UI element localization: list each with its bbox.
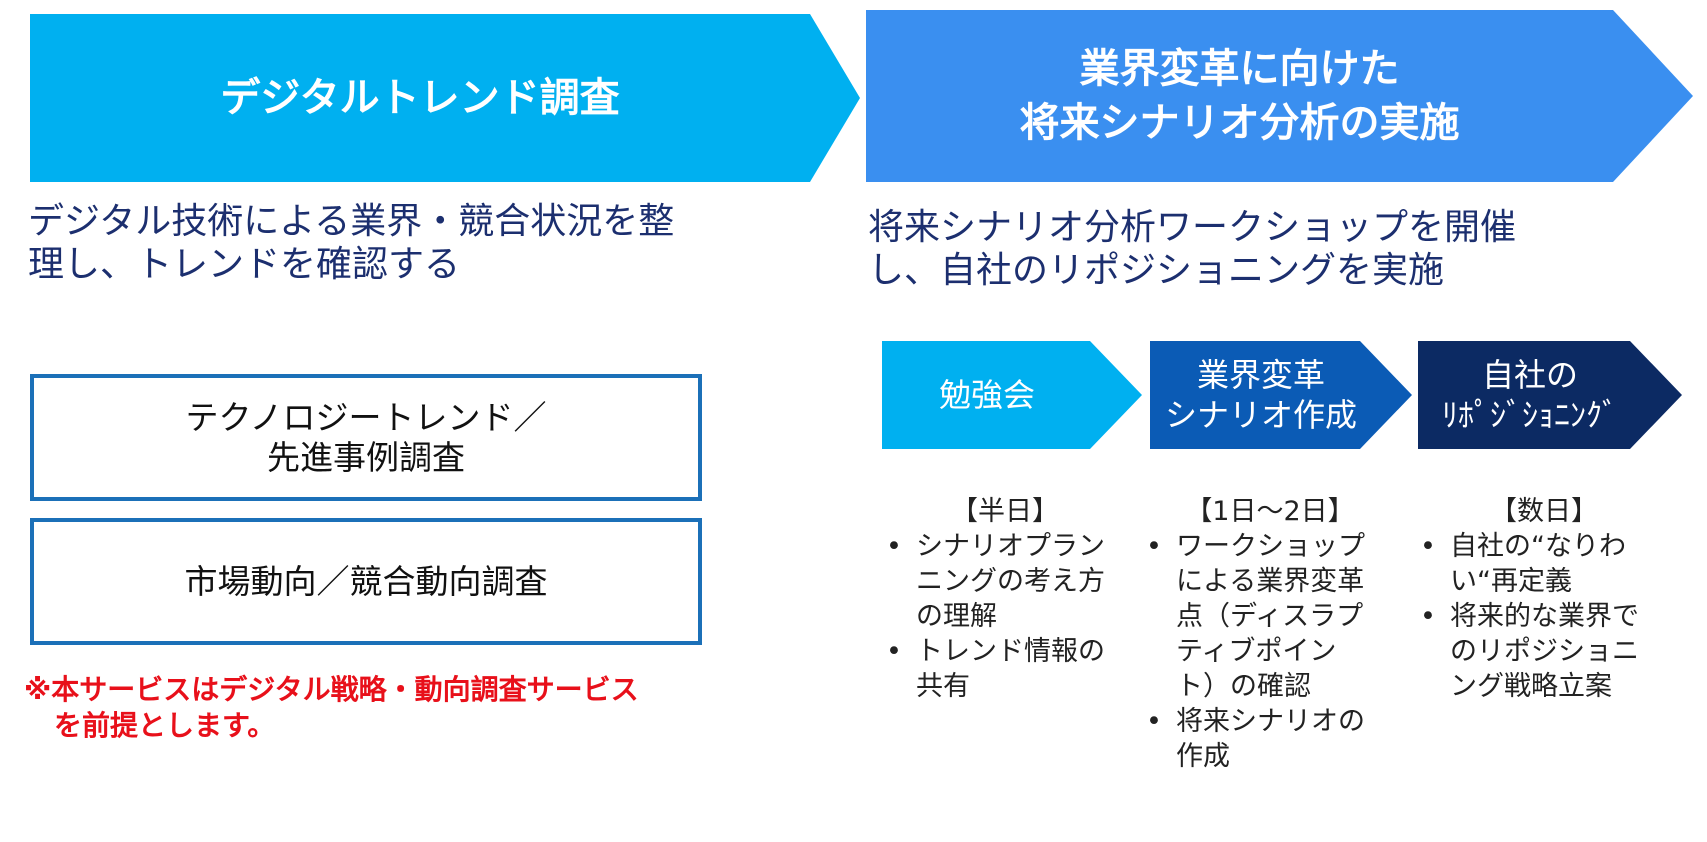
note-line-2: を前提とします。: [54, 709, 276, 742]
stage-label: 勉強会: [939, 375, 1035, 415]
market-competitor-box: 市場動向／競合動向調査: [30, 518, 702, 645]
stage-study-session-details: 【半日】 • シナリオプラン ニングの考え方 の理解 • トレンド情報の 共有: [880, 494, 1130, 704]
bullet-line: のリポジショニ: [1450, 636, 1639, 667]
stage-label-line: 自社の: [1481, 356, 1578, 394]
stage-bullet-item: • 将来シナリオの 作成: [1140, 704, 1400, 774]
bullet-line: ニングの考え方: [916, 566, 1105, 597]
bullet-mark: •: [1146, 531, 1162, 562]
bullet-line: ワークショップ: [1176, 531, 1365, 562]
stage-label-line: シナリオ作成: [1164, 396, 1357, 434]
description-line: 理し、トレンドを確認する: [28, 244, 461, 285]
box-label-line: 先進事例調査: [267, 437, 465, 477]
service-prerequisite-note: ※本サービスはデジタル戦略・動向調査サービス を前提とします。: [24, 672, 639, 744]
stage-label-line: 勉強会: [938, 376, 1035, 414]
stage-bullet-list: • シナリオプラン ニングの考え方 の理解 • トレンド情報の 共有: [880, 529, 1130, 704]
stage-bullet-item: • トレンド情報の 共有: [880, 634, 1130, 704]
bullet-mark: •: [1420, 601, 1436, 632]
scenario-arrow-title-line-2: 将来シナリオ分析の実施: [1019, 100, 1460, 146]
bullet-line: トレンド情報の: [916, 636, 1105, 667]
stage-bullet-item: • 自社の“なりわ い“再定義: [1414, 529, 1674, 599]
stage-bullet-item: • 将来的な業界で のリポジショニ ング戦略立案: [1414, 599, 1674, 704]
bullet-line: ティブポイン: [1176, 636, 1337, 667]
bullet-line: ト）の確認: [1176, 671, 1311, 702]
scenario-analysis-arrow: 業界変革に向けた 将来シナリオ分析の実施: [866, 10, 1693, 182]
bullet-line: ング戦略立案: [1450, 671, 1612, 702]
bullet-line: 点（ディスラプ: [1176, 601, 1364, 632]
stage-duration: 【半日】: [951, 496, 1059, 527]
bullet-line: の理解: [916, 601, 997, 632]
digital-trend-description: デジタル技術による業界・競合状況を整 理し、トレンドを確認する: [28, 200, 788, 286]
technology-trend-box: テクノロジートレンド／ 先進事例調査: [30, 374, 702, 501]
box-label-line: テクノロジートレンド／: [185, 397, 547, 437]
bullet-line: シナリオプラン: [916, 531, 1105, 562]
bullet-line: による業界変革: [1176, 566, 1365, 597]
bullet-line: 自社の“なりわ: [1450, 531, 1626, 562]
bullet-mark: •: [1146, 706, 1162, 737]
stage-bullet-item: • ワークショップ による業界変革 点（ディスラプ ティブポイン ト）の確認: [1140, 529, 1400, 704]
description-line: デジタル技術による業界・競合状況を整: [28, 201, 675, 242]
stage-repositioning: 自社の ﾘﾎﾟｼﾞｼｮﾆﾝｸﾞ: [1418, 341, 1682, 449]
stage-scenario-creation: 業界変革 シナリオ作成: [1150, 341, 1412, 449]
description-line: し、自社のリポジショニングを実施: [868, 250, 1445, 291]
stage-scenario-creation-details: 【1日～2日】 • ワークショップ による業界変革 点（ディスラプ ティブポイン ト）の確認…: [1140, 494, 1400, 774]
box-label: 市場動向／競合動向調査: [184, 561, 548, 601]
scenario-analysis-description: 将来シナリオ分析ワークショップを開催 し、自社のリポジショニングを実施: [868, 206, 1688, 292]
stage-study-session: 勉強会: [882, 341, 1142, 449]
stage-bullet-list: • 自社の“なりわ い“再定義 • 将来的な業界で のリポジショニ ング戦略立案: [1414, 529, 1674, 704]
stage-duration: 【1日～2日】: [1185, 496, 1355, 527]
bullet-line: 作成: [1176, 741, 1230, 772]
stage-label: 自社の ﾘﾎﾟｼﾞｼｮﾆﾝｸﾞ: [1442, 355, 1618, 435]
bullet-line: い“再定義: [1450, 566, 1572, 597]
description-line: 将来シナリオ分析ワークショップを開催: [868, 207, 1517, 248]
stage-duration: 【数日】: [1490, 496, 1598, 527]
bullet-mark: •: [886, 636, 902, 667]
bullet-line: 共有: [916, 671, 970, 702]
bullet-line: 将来的な業界で: [1450, 601, 1639, 632]
note-line-1: ※本サービスはデジタル戦略・動向調査サービス: [24, 673, 639, 706]
scenario-arrow-title-line-1: 業界変革に向けた: [1079, 46, 1400, 92]
stage-repositioning-details: 【数日】 • 自社の“なりわ い“再定義 • 将来的な業界で のリポジショニ ング戦略立案: [1414, 494, 1674, 704]
stage-label-line: ﾘﾎﾟｼﾞｼｮﾆﾝｸﾞ: [1441, 396, 1618, 434]
bullet-mark: •: [886, 531, 902, 562]
digital-trend-arrow: デジタルトレンド調査: [30, 14, 860, 182]
stage-bullet-item: • シナリオプラン ニングの考え方 の理解: [880, 529, 1130, 634]
stage-bullet-list: • ワークショップ による業界変革 点（ディスラプ ティブポイン ト）の確認 • 将来シナリオ…: [1140, 529, 1400, 774]
stage-label-line: 業界変革: [1196, 356, 1325, 394]
stage-label: 業界変革 シナリオ作成: [1165, 355, 1357, 435]
digital-trend-arrow-title: デジタルトレンド調査: [220, 75, 620, 121]
bullet-line: 将来シナリオの: [1176, 706, 1365, 737]
bullet-mark: •: [1420, 531, 1436, 562]
